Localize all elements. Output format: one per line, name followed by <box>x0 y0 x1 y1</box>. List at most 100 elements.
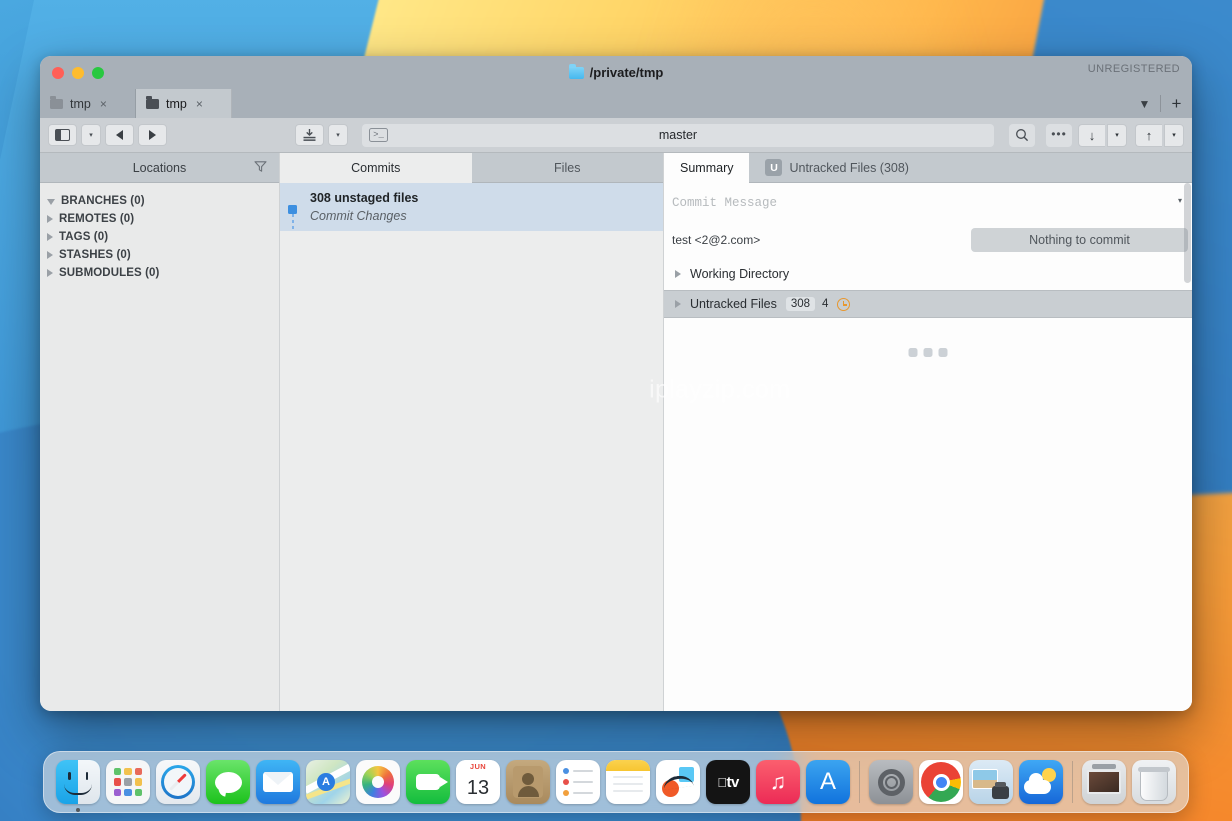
clock-icon <box>837 297 851 311</box>
stash-button[interactable] <box>295 124 324 146</box>
commit-button-label: Nothing to commit <box>1029 233 1130 247</box>
locations-sidebar: Locations BRANCHES (0) REMOTES (0) TAGS … <box>40 153 279 711</box>
sidebar-toggle-button[interactable] <box>48 124 77 146</box>
calendar-day-label: 13 <box>466 776 490 799</box>
chevron-right-icon[interactable] <box>47 215 53 223</box>
window-title-text: /private/tmp <box>589 65 664 80</box>
tab-overflow-button[interactable]: ▼ <box>1129 89 1160 118</box>
dock-item-system-settings[interactable] <box>866 757 916 807</box>
dock-item-freeform[interactable] <box>653 757 703 807</box>
search-button[interactable] <box>1009 123 1035 147</box>
pull-button[interactable]: ↓ <box>1078 123 1105 147</box>
back-button[interactable] <box>105 124 134 146</box>
chevron-down-icon[interactable] <box>47 199 55 205</box>
filter-button[interactable] <box>254 160 267 176</box>
commit-title: 308 unstaged files <box>310 190 419 205</box>
dock-item-maps[interactable]: A <box>303 757 353 807</box>
running-indicator-dot <box>76 808 80 812</box>
chevron-right-icon[interactable] <box>675 269 681 278</box>
tab-files[interactable]: Files <box>471 153 663 183</box>
apple-tv-text: tv <box>721 773 739 791</box>
dock-item-calendar[interactable]: JUN 13 <box>453 757 503 807</box>
upload-arrow-icon: ↑ <box>1145 127 1153 143</box>
folder-icon <box>568 63 584 79</box>
sidebar-item-submodules[interactable]: SUBMODULES (0) <box>40 264 279 282</box>
macos-dock: A JUN 13 tv <box>43 751 1189 813</box>
tab-untracked-files[interactable]: U Untracked Files (308) <box>749 153 925 183</box>
dock-item-downloads-stack[interactable] <box>1079 757 1129 807</box>
dock-item-appstore[interactable]: A <box>803 757 853 807</box>
dock-item-messages[interactable] <box>203 757 253 807</box>
close-window-button[interactable] <box>52 66 64 79</box>
chevron-right-icon[interactable] <box>47 269 53 277</box>
tab-strip-actions: ▼ + <box>1129 89 1192 118</box>
author-row: test <2@2.com> Nothing to commit <box>664 223 1192 257</box>
minimize-window-button[interactable] <box>72 66 84 79</box>
close-tab-1-icon[interactable]: × <box>100 97 107 111</box>
sidebar-item-branches[interactable]: BRANCHES (0) <box>40 192 279 210</box>
branch-field[interactable]: >_ master <box>362 123 994 147</box>
dock-item-weather[interactable] <box>1016 757 1066 807</box>
commit-text-block: 308 unstaged files Commit Changes <box>310 189 418 225</box>
dock-item-facetime[interactable] <box>403 757 453 807</box>
reminders-icon <box>556 760 600 804</box>
dock-item-chrome[interactable] <box>916 757 966 807</box>
commit-list-item[interactable]: 308 unstaged files Commit Changes <box>280 183 663 232</box>
chevron-right-icon[interactable] <box>675 300 681 308</box>
push-button[interactable]: ↑ <box>1135 123 1162 147</box>
sidebar-toggle-icon <box>55 129 70 141</box>
section-working-directory[interactable]: Working Directory <box>664 257 1192 290</box>
plus-icon: + <box>1171 93 1182 113</box>
locations-tree: BRANCHES (0) REMOTES (0) TAGS (0) STASHE… <box>40 183 279 282</box>
dock-item-mail[interactable] <box>253 757 303 807</box>
new-tab-button[interactable]: + <box>1161 89 1192 118</box>
downloads-stack-icon <box>1082 760 1126 804</box>
dock-divider-2 <box>1072 761 1073 803</box>
section-untracked-files[interactable]: Untracked Files 308 4 <box>664 290 1192 318</box>
push-options-button[interactable]: ▾ <box>1164 123 1184 147</box>
commits-panel: Commits Files 308 unstaged files Commit … <box>279 153 663 711</box>
commit-button[interactable]: Nothing to commit <box>971 228 1188 252</box>
dock-divider-1 <box>859 761 860 803</box>
detail-scrollbar[interactable] <box>1184 183 1191 283</box>
loading-dot-1 <box>908 348 918 357</box>
preview-icon <box>969 760 1013 804</box>
repo-tab-2[interactable]: tmp × <box>136 89 232 118</box>
sidebar-options-button[interactable]: ▾ <box>81 124 101 146</box>
chevron-right-icon[interactable] <box>47 251 53 259</box>
maximize-window-button[interactable] <box>92 66 104 79</box>
chevron-right-icon[interactable] <box>47 233 53 241</box>
notes-icon <box>606 760 650 804</box>
dock-item-safari[interactable] <box>153 757 203 807</box>
dock-item-notes[interactable] <box>603 757 653 807</box>
sidebar-item-remotes[interactable]: REMOTES (0) <box>40 210 279 228</box>
stash-group: ▾ <box>295 124 352 146</box>
back-arrow-icon <box>116 130 123 140</box>
repo-tab-1-label: tmp <box>70 96 91 111</box>
dock-item-trash[interactable] <box>1129 757 1179 807</box>
more-options-button[interactable]: ••• <box>1046 123 1072 147</box>
dock-item-launchpad[interactable] <box>103 757 153 807</box>
tab-commits[interactable]: Commits <box>280 153 472 183</box>
sidebar-item-tags[interactable]: TAGS (0) <box>40 228 279 246</box>
loading-dot-3 <box>938 348 948 357</box>
dock-item-finder[interactable] <box>53 757 103 812</box>
dock-item-contacts[interactable] <box>503 757 553 807</box>
commit-message-field[interactable]: Commit Message ▾ <box>664 183 1192 223</box>
sidebar-item-stashes[interactable]: STASHES (0) <box>40 246 279 264</box>
dock-item-photos[interactable] <box>353 757 403 807</box>
window-traffic-lights[interactable] <box>52 66 104 79</box>
dock-item-preview[interactable] <box>966 757 1016 807</box>
pull-options-button[interactable]: ▾ <box>1107 123 1127 147</box>
dock-item-music[interactable]: ♫ <box>753 757 803 807</box>
stash-icon <box>303 129 316 141</box>
dock-item-reminders[interactable] <box>553 757 603 807</box>
forward-button[interactable] <box>138 124 167 146</box>
dock-item-tv[interactable]: tv <box>703 757 753 807</box>
close-tab-2-icon[interactable]: × <box>196 97 203 111</box>
stash-options-button[interactable]: ▾ <box>328 124 348 146</box>
tab-summary[interactable]: Summary <box>664 153 750 183</box>
chevron-down-icon[interactable]: ▾ <box>1178 196 1182 205</box>
repo-tab-1[interactable]: tmp × <box>40 89 136 118</box>
freeform-icon <box>656 760 700 804</box>
